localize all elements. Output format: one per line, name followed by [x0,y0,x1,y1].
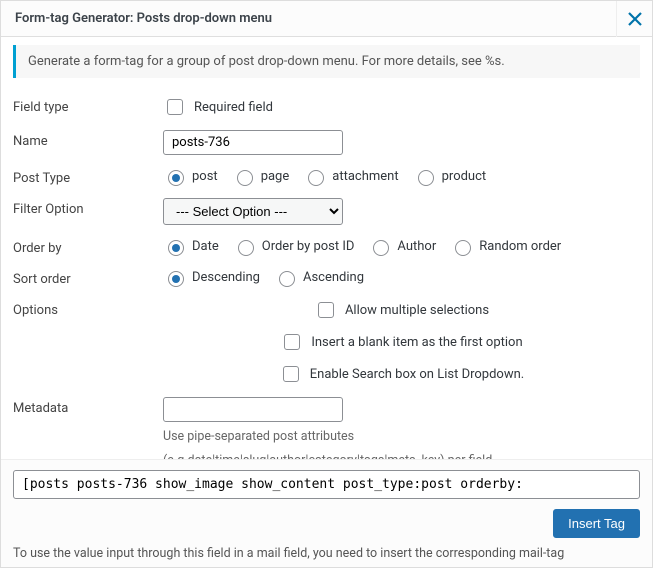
option-blank[interactable]: Insert a blank item as the first option [280,331,522,353]
checkbox-multiple[interactable] [318,302,334,318]
form-tag-modal: Form-tag Generator: Posts drop-down menu… [0,0,653,568]
label-order-by: Order by [13,237,163,256]
row-order-by: Order by Date Order by post ID Author Ra… [13,231,640,262]
required-label: Required field [194,100,273,115]
orderby-id[interactable]: Order by post ID [233,237,355,256]
row-filter-option: Filter Option --- Select Option --- [13,192,640,231]
label-sort-order: Sort order [13,268,163,287]
metadata-help-2: (e.g.date|time|slug|author|category|tags… [163,452,496,460]
close-button[interactable] [616,1,652,37]
footer-note: To use the value input through this fiel… [13,546,640,561]
intro-banner: Generate a form-tag for a group of post … [13,45,640,78]
radio-random[interactable] [455,240,471,256]
row-metadata: Metadata Use pipe-separated post attribu… [13,391,640,459]
filter-option-select[interactable]: --- Select Option --- [163,198,343,225]
post-type-attachment[interactable]: attachment [303,167,398,186]
radio-desc[interactable] [168,271,184,287]
shortcode-output[interactable] [13,470,640,499]
modal-footer: Insert Tag To use the value input throug… [1,459,652,567]
checkbox-blank[interactable] [284,334,300,350]
label-metadata: Metadata [13,397,163,416]
radio-date[interactable] [168,240,184,256]
orderby-date[interactable]: Date [163,237,219,256]
radio-id[interactable] [238,240,254,256]
label-name: Name [13,130,163,149]
radio-post[interactable] [168,170,184,186]
option-search[interactable]: Enable Search box on List Dropdown. [279,363,524,385]
metadata-input[interactable] [163,397,343,422]
sort-asc[interactable]: Ascending [274,268,364,287]
orderby-author[interactable]: Author [368,237,436,256]
modal-title: Form-tag Generator: Posts drop-down menu [15,11,272,26]
label-post-type: Post Type [13,167,163,186]
option-multiple[interactable]: Allow multiple selections [314,299,489,321]
radio-product[interactable] [418,170,434,186]
row-sort-order: Sort order Descending Ascending [13,262,640,293]
orderby-random[interactable]: Random order [450,237,561,256]
name-input[interactable] [163,130,343,155]
label-field-type: Field type [13,96,163,115]
checkbox-search[interactable] [283,366,299,382]
radio-asc[interactable] [279,271,295,287]
required-field-option[interactable]: Required field [163,96,273,118]
insert-tag-button[interactable]: Insert Tag [553,509,640,538]
row-name: Name [13,124,640,161]
required-checkbox[interactable] [167,99,183,115]
metadata-help-1: Use pipe-separated post attributes [163,428,354,446]
modal-header: Form-tag Generator: Posts drop-down menu [1,1,652,37]
radio-attachment[interactable] [308,170,324,186]
sort-desc[interactable]: Descending [163,268,260,287]
radio-author[interactable] [373,240,389,256]
radio-page[interactable] [237,170,253,186]
post-type-page[interactable]: page [232,167,290,186]
post-type-post[interactable]: post [163,167,218,186]
label-options: Options [13,299,163,318]
row-post-type: Post Type post page attachment product [13,161,640,192]
row-options: Options Allow multiple selections Insert… [13,293,640,391]
close-icon [628,12,642,26]
modal-body: Generate a form-tag for a group of post … [1,37,652,459]
row-field-type: Field type Required field [13,90,640,124]
post-type-product[interactable]: product [413,167,487,186]
label-filter-option: Filter Option [13,198,163,217]
